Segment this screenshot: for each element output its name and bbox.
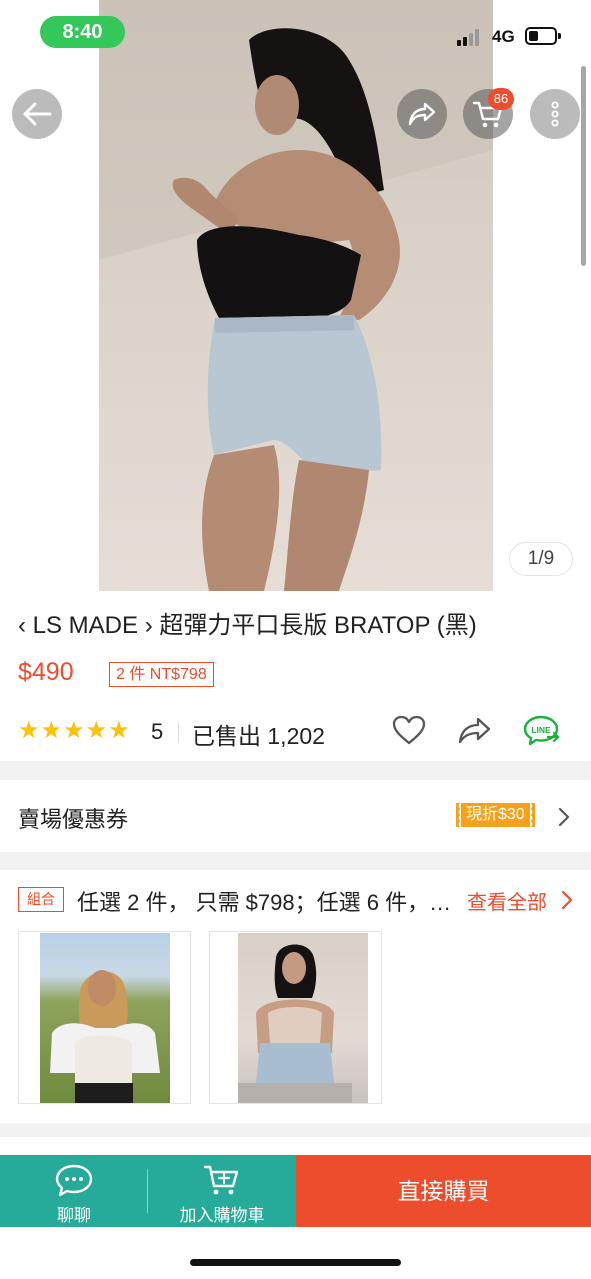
star-icon: ★ — [63, 717, 85, 744]
battery-icon — [525, 27, 561, 45]
product-title: ‹ LS MADE › 超彈力平口長版 BRATOP (黑) — [18, 612, 477, 639]
chat-button[interactable]: 聊聊 — [0, 1155, 148, 1227]
add-to-cart-label: 加入購物車 — [179, 1206, 265, 1225]
back-arrow-icon — [23, 102, 52, 126]
signal-icon — [457, 28, 487, 46]
sold-count: 已售出 1,202 — [192, 723, 325, 749]
voucher-label: 賣場優惠券 — [18, 807, 129, 832]
bundle-item-image — [238, 933, 368, 1103]
share-icon — [458, 717, 491, 744]
page-scrollbar[interactable] — [581, 66, 586, 266]
chat-label: 聊聊 — [57, 1206, 91, 1225]
buy-now-button[interactable]: 直接購買 — [296, 1155, 591, 1227]
bundle-item-image — [40, 933, 170, 1103]
product-gallery[interactable]: 8:40 4G 86 1/9 — [0, 0, 591, 591]
status-time: 8:40 — [40, 16, 125, 48]
chevron-right-icon — [557, 806, 571, 833]
bundle-description: 任選 2 件， 只需 $798；任選 6 件， 只需 $2,200 — [77, 890, 455, 915]
gallery-pager: 1/9 — [509, 542, 573, 576]
product-photo[interactable] — [99, 0, 493, 591]
rating-stars: ★ ★ ★ ★ ★ — [18, 719, 130, 743]
section-separator — [0, 852, 591, 870]
star-icon: ★ — [40, 717, 63, 744]
voucher-tag: 現折$30 — [461, 803, 535, 827]
back-button[interactable] — [12, 89, 62, 139]
svg-text:LINE: LINE — [531, 725, 551, 735]
heart-icon — [392, 715, 426, 745]
rating-value: 5 — [151, 719, 164, 744]
product-photo-figure — [99, 0, 493, 591]
share-icon — [408, 102, 436, 126]
divider — [178, 723, 179, 743]
section-separator — [0, 1123, 591, 1137]
star-icon: ★ — [85, 717, 108, 744]
home-indicator[interactable] — [190, 1259, 401, 1266]
network-label: 4G — [492, 27, 515, 46]
chevron-right-icon — [561, 890, 573, 915]
cart-badge: 86 — [488, 88, 514, 110]
add-to-cart-icon — [203, 1165, 239, 1195]
product-price: $490 — [18, 658, 74, 686]
star-icon: ★ — [108, 717, 130, 744]
bundle-price-tag: 2 件 NT$798 — [109, 662, 214, 687]
like-button[interactable] — [392, 715, 426, 750]
bundle-tag: 組合 — [18, 887, 64, 912]
more-button[interactable] — [530, 89, 580, 139]
bottom-action-bar: 聊聊 加入購物車 直接購買 — [0, 1155, 591, 1227]
share-product-button[interactable] — [457, 715, 493, 750]
section-separator — [0, 761, 591, 780]
bundle-item-thumbnail[interactable] — [18, 931, 191, 1104]
star-icon: ★ — [18, 717, 40, 744]
more-icon — [551, 101, 559, 127]
add-to-cart-button[interactable]: 加入購物車 — [148, 1155, 296, 1227]
chat-icon — [55, 1164, 93, 1197]
share-button[interactable] — [397, 89, 447, 139]
line-icon: LINE — [523, 715, 560, 746]
bundle-item-thumbnail[interactable] — [209, 931, 382, 1104]
line-share-button[interactable]: LINE — [522, 713, 562, 754]
see-all-link[interactable]: 查看全部 — [467, 886, 547, 915]
